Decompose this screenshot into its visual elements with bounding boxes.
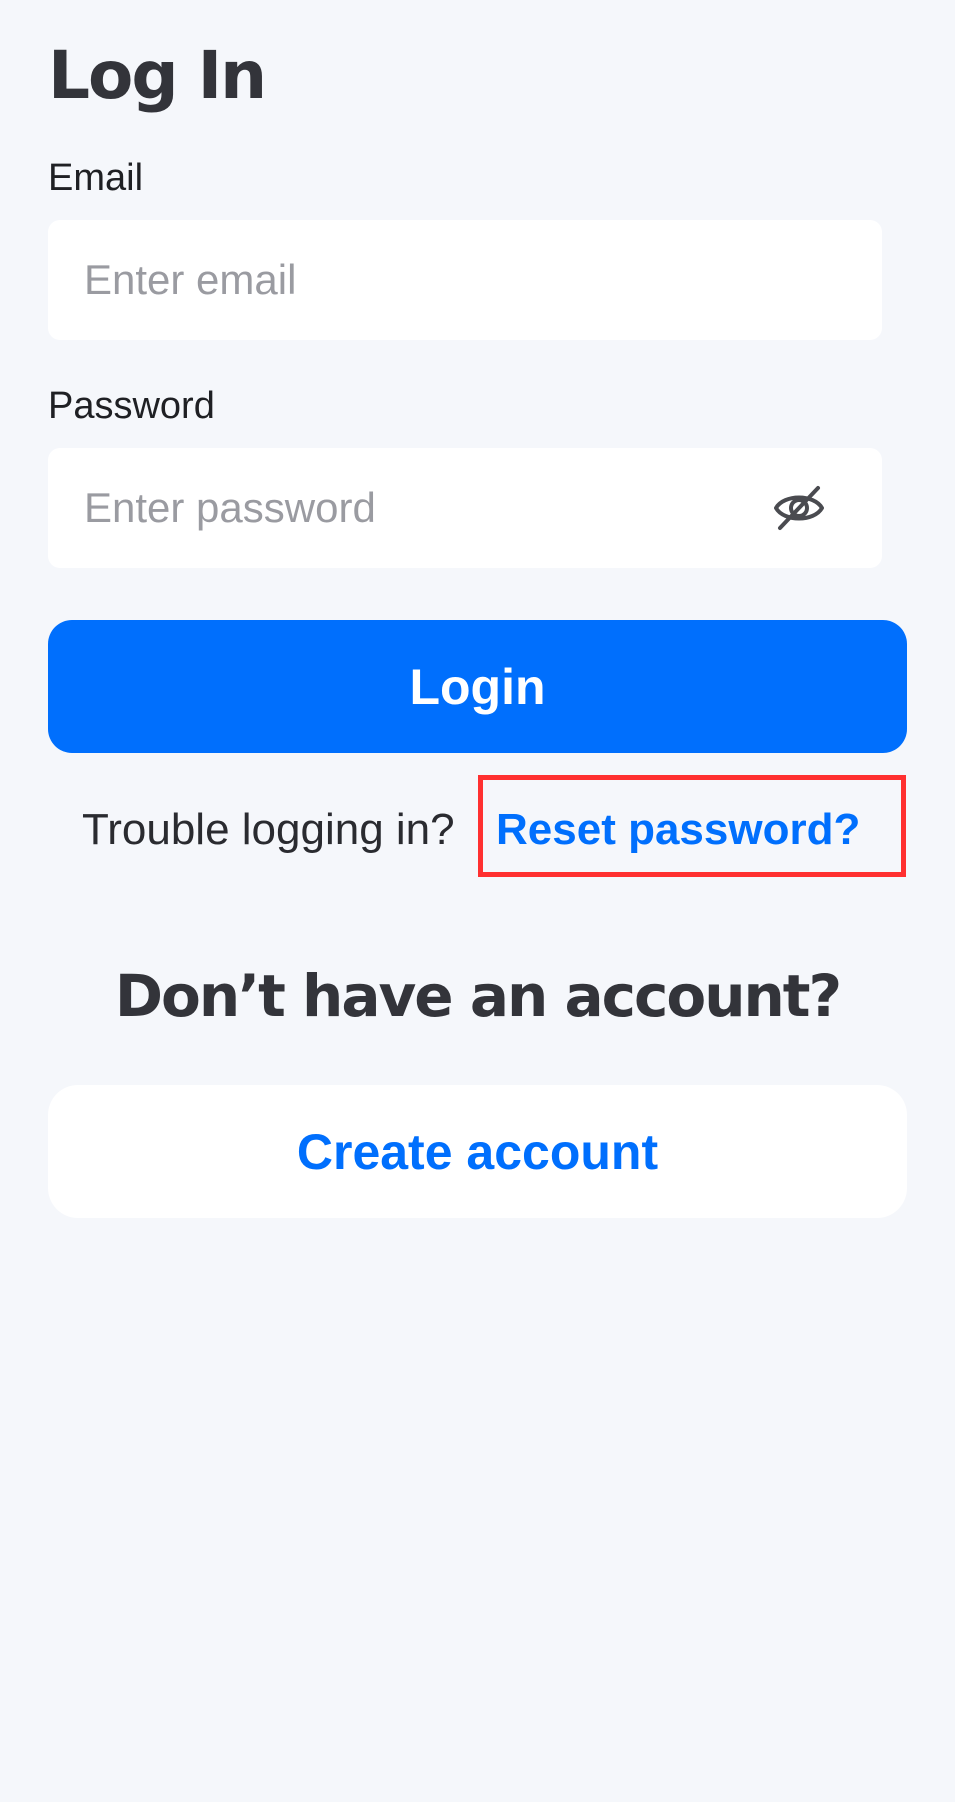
password-field-container — [48, 448, 882, 568]
password-label: Password — [48, 385, 215, 427]
page-title: Log In — [48, 37, 267, 114]
eye-off-icon[interactable] — [772, 482, 826, 534]
email-field-container — [48, 220, 882, 340]
create-account-button[interactable]: Create account — [48, 1085, 907, 1218]
login-button[interactable]: Login — [48, 620, 907, 753]
email-label: Email — [48, 157, 144, 199]
trouble-prompt: Trouble logging in? — [82, 805, 455, 854]
reset-password-link[interactable]: Reset password? — [496, 800, 860, 860]
password-input[interactable] — [84, 448, 724, 568]
login-screen: Log In Email Password Login Trouble logg… — [0, 0, 955, 1802]
trouble-row: Trouble logging in? Reset password? — [0, 800, 955, 860]
email-input[interactable] — [84, 220, 724, 340]
signup-heading: Don’t have an account? — [114, 962, 842, 1030]
